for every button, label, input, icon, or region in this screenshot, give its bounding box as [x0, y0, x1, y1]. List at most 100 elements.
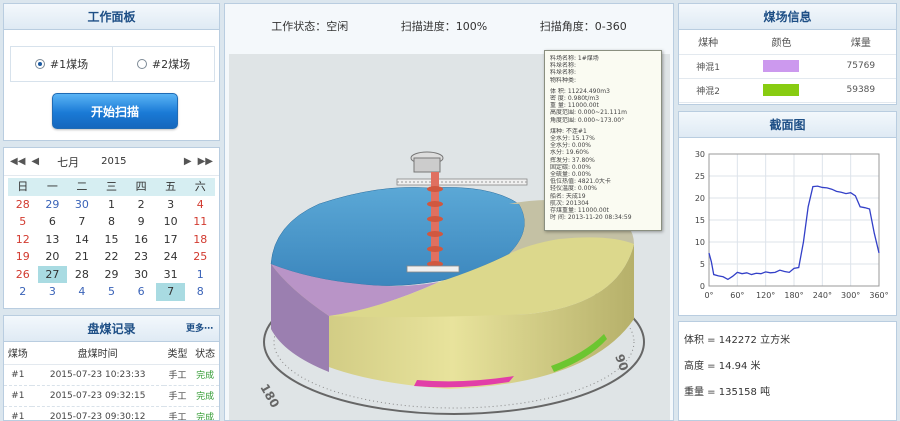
compass-label-180: 180 — [257, 382, 282, 411]
scan-angle-text: 扫描角度：0-360 — [539, 20, 627, 33]
record-panel-header: 盘煤记录 更多⋯ — [4, 316, 219, 342]
calendar-day[interactable]: 6 — [38, 213, 68, 231]
calendar-weekday: 四 — [126, 178, 156, 196]
info-line: 水分: 19.60% — [550, 149, 589, 157]
calendar-weekday: 五 — [155, 178, 186, 196]
calendar-day[interactable]: 3 — [38, 283, 68, 301]
height-stat: 高度 = 14.94 米 — [684, 361, 761, 372]
calendar-day[interactable]: 20 — [38, 248, 68, 266]
record-yard: #1 — [4, 406, 32, 420]
info-line: 角度范围: 0.000~173.00° — [550, 116, 625, 124]
calendar-day[interactable]: 1 — [97, 196, 127, 214]
calendar-day[interactable]: 14 — [67, 231, 97, 249]
info-line: 挥发分: 37.80% — [550, 156, 595, 164]
calendar-day[interactable]: 9 — [126, 213, 156, 231]
next-year-icon[interactable]: ▶▶ — [198, 156, 213, 167]
calendar-day[interactable]: 28 — [67, 266, 97, 284]
calendar-day[interactable]: 6 — [126, 283, 156, 301]
calendar-day[interactable]: 19 — [8, 248, 38, 266]
record-time: 2015-07-23 10:23:33 — [31, 364, 164, 386]
col-yard: 煤场 — [4, 342, 32, 365]
record-type: 手工 — [163, 406, 192, 420]
coal-amount: 59389 — [825, 78, 896, 103]
calendar-day[interactable]: 12 — [8, 231, 38, 249]
volume-stat: 体积 = 142272 立方米 — [684, 335, 791, 346]
calendar-day[interactable]: 2 — [8, 283, 38, 301]
calendar-day[interactable]: 5 — [8, 213, 38, 231]
calendar-grid: 日一二三四五六 28 29 30 1 2 3 4 5 6 7 8 9 10 11 12 13 14 15 16 17 18… — [4, 176, 219, 303]
chart-x-tick: 0° — [704, 291, 713, 300]
calendar-day[interactable]: 8 — [185, 283, 215, 301]
info-line: 体 积: 11224.490m3 — [550, 87, 610, 95]
next-month-icon[interactable]: ▶ — [184, 156, 192, 167]
calendar-day[interactable]: 11 — [185, 213, 215, 231]
calendar-day[interactable]: 29 — [38, 196, 68, 214]
calendar-day[interactable]: 25 — [185, 248, 215, 266]
yard-option-2[interactable]: #2煤场 — [112, 47, 214, 81]
record-row[interactable]: #1 2015-07-23 10:23:33 手工 完成 — [4, 364, 219, 386]
calendar-day[interactable]: 22 — [97, 248, 127, 266]
info-line: 全硫量: 0.00% — [550, 171, 591, 179]
info-line: 时 间: 2013-11-20 08:34:59 — [550, 214, 632, 222]
calendar-day[interactable]: 18 — [185, 231, 215, 249]
prev-month-icon[interactable]: ◀ — [31, 156, 39, 167]
start-scan-button[interactable]: 开始扫描 — [52, 93, 178, 129]
calendar-day[interactable]: 26 — [8, 266, 38, 284]
calendar-day[interactable]: 13 — [38, 231, 68, 249]
radio-unchecked-icon[interactable] — [136, 59, 147, 69]
calendar-day[interactable]: 30 — [67, 196, 97, 214]
calendar-day[interactable]: 5 — [97, 283, 127, 301]
weight-stat: 重量 = 135158 吨 — [684, 387, 771, 398]
calendar-day[interactable]: 7 — [67, 213, 97, 231]
calendar-day[interactable]: 2 — [126, 196, 156, 214]
prev-year-icon[interactable]: ◀◀ — [10, 156, 25, 167]
yard-selector: #1煤场 #2煤场 — [10, 46, 215, 82]
coal-color-swatch — [763, 60, 800, 72]
calendar-day[interactable]: 4 — [67, 283, 97, 301]
yard-option-1[interactable]: #1煤场 — [11, 47, 112, 81]
calendar-month[interactable]: 七月 — [57, 154, 79, 170]
calendar-day[interactable]: 31 — [156, 266, 186, 284]
calendar-day[interactable]: 21 — [67, 248, 97, 266]
info-line: 高度范围: 0.000~21.111m — [550, 109, 627, 117]
calendar-day[interactable]: 8 — [97, 213, 127, 231]
calendar-day[interactable]: 29 — [97, 266, 127, 284]
yard-option-2-label: #2煤场 — [151, 58, 191, 71]
record-time: 2015-07-23 09:30:12 — [31, 406, 164, 420]
radio-checked-icon[interactable] — [34, 59, 45, 69]
info-line: 密 度: 0.980t/m3 — [550, 95, 600, 103]
scan-progress-text: 扫描进度：100% — [400, 20, 488, 33]
calendar-day[interactable]: 7 — [155, 283, 186, 301]
info-line: 料垛名称: — [550, 62, 577, 70]
coal-info-panel: 煤场信息 煤种 颜色 煤量 神混1 75769 神混2 59389 — [678, 3, 897, 105]
calendar-day[interactable]: 4 — [185, 196, 215, 214]
calendar-day[interactable]: 17 — [156, 231, 186, 249]
calendar-day[interactable]: 16 — [126, 231, 156, 249]
record-status: 完成 — [191, 364, 219, 386]
calendar-year[interactable]: 2015 — [101, 156, 126, 167]
calendar-day[interactable]: 3 — [156, 196, 186, 214]
calendar-day[interactable]: 24 — [156, 248, 186, 266]
calendar-weekday: 二 — [67, 178, 97, 196]
status-bar: 工作状态：空闲 扫描进度：100% 扫描角度：0-360 — [225, 4, 673, 48]
calendar-day[interactable]: 27 — [37, 265, 68, 283]
chart-y-tick: 20 — [695, 194, 705, 203]
record-status: 完成 — [191, 385, 219, 407]
col-type: 类型 — [163, 342, 192, 365]
coal-color-cell — [737, 54, 826, 79]
calendar-day[interactable]: 1 — [185, 266, 215, 284]
calendar-day[interactable]: 23 — [126, 248, 156, 266]
more-link[interactable]: 更多⋯ — [186, 316, 213, 342]
calendar-day[interactable]: 30 — [126, 266, 156, 284]
record-row[interactable]: #1 2015-07-23 09:30:12 手工 完成 — [4, 406, 219, 420]
calendar-day[interactable]: 15 — [97, 231, 127, 249]
calendar-day[interactable]: 28 — [8, 196, 38, 214]
info-line: 物料种类: — [550, 76, 577, 84]
calendar-day[interactable]: 10 — [156, 213, 186, 231]
info-line: 船名: 天成19 — [550, 192, 586, 200]
record-row[interactable]: #1 2015-07-23 09:32:15 手工 完成 — [4, 385, 219, 407]
calendar-weekday: 六 — [185, 178, 215, 196]
record-panel: 盘煤记录 更多⋯ 煤场 盘煤时间 类型 状态 #1 2015-07-23 10:2… — [3, 315, 220, 421]
section-chart-panel: 截面图 0 5 10 15 20 25 30 0° 60° 120° 180° 240° 300° 360… — [678, 111, 897, 316]
work-panel-title: 工作面板 — [4, 4, 219, 30]
